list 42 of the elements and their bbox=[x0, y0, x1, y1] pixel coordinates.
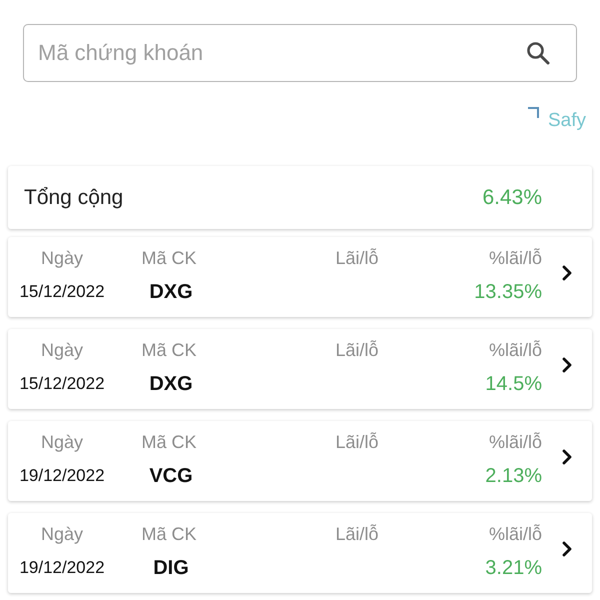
profit-percent: 3.21% bbox=[485, 556, 542, 581]
column-label: Ngày bbox=[40, 523, 84, 546]
column-label: Ngày bbox=[40, 431, 84, 454]
column-label: Mã CK bbox=[141, 523, 196, 546]
trade-card[interactable]: Ngày 15/12/2022 Mã CK DXG Lãi/lỗ %lãi/lỗ 14.5% bbox=[8, 329, 592, 409]
chevron-right-icon[interactable] bbox=[562, 449, 572, 465]
column-label: Lãi/lỗ bbox=[335, 339, 379, 362]
trade-date: 19/12/2022 bbox=[19, 557, 105, 579]
chevron-right-icon[interactable] bbox=[562, 265, 572, 281]
search-icon[interactable] bbox=[526, 41, 550, 65]
chevron-right-icon[interactable] bbox=[562, 541, 572, 557]
trade-date: 19/12/2022 bbox=[19, 465, 105, 487]
stock-code: VCG bbox=[148, 464, 193, 489]
column-label: %lãi/lỗ bbox=[488, 247, 542, 270]
total-label: Tổng cộng bbox=[24, 184, 124, 211]
column-label: Mã CK bbox=[141, 431, 196, 454]
column-label: Lãi/lỗ bbox=[335, 431, 379, 454]
column-label: Ngày bbox=[40, 247, 84, 270]
search-field[interactable]: Mã chứng khoán bbox=[23, 24, 577, 82]
column-label: Ngày bbox=[40, 339, 84, 362]
brand-name: Safy bbox=[548, 109, 586, 133]
trade-date: 15/12/2022 bbox=[19, 281, 105, 303]
trade-card[interactable]: Ngày 19/12/2022 Mã CK VCG Lãi/lỗ %lãi/lỗ 2.13% bbox=[8, 421, 592, 501]
stock-code: DXG bbox=[148, 280, 193, 305]
column-label: Lãi/lỗ bbox=[335, 247, 379, 270]
trade-card[interactable]: Ngày 19/12/2022 Mã CK DIG Lãi/lỗ %lãi/lỗ 3.21% bbox=[8, 513, 592, 593]
stock-code: DXG bbox=[148, 372, 193, 397]
column-label: %lãi/lỗ bbox=[488, 339, 542, 362]
chevron-right-icon[interactable] bbox=[562, 357, 572, 373]
column-label: %lãi/lỗ bbox=[488, 523, 542, 546]
column-label: Mã CK bbox=[141, 339, 196, 362]
profit-percent: 2.13% bbox=[485, 464, 542, 489]
column-label: Mã CK bbox=[141, 247, 196, 270]
trade-date: 15/12/2022 bbox=[19, 373, 105, 395]
trade-card[interactable]: Ngày 15/12/2022 Mã CK DXG Lãi/lỗ %lãi/lỗ 13.35% bbox=[8, 237, 592, 317]
stock-code: DIG bbox=[152, 556, 189, 581]
column-label: %lãi/lỗ bbox=[488, 431, 542, 454]
total-percent: 6.43% bbox=[482, 184, 542, 211]
profit-percent: 14.5% bbox=[485, 372, 542, 397]
corner-bracket-icon bbox=[528, 107, 539, 118]
profit-percent: 13.35% bbox=[474, 280, 542, 305]
column-label: Lãi/lỗ bbox=[335, 523, 379, 546]
